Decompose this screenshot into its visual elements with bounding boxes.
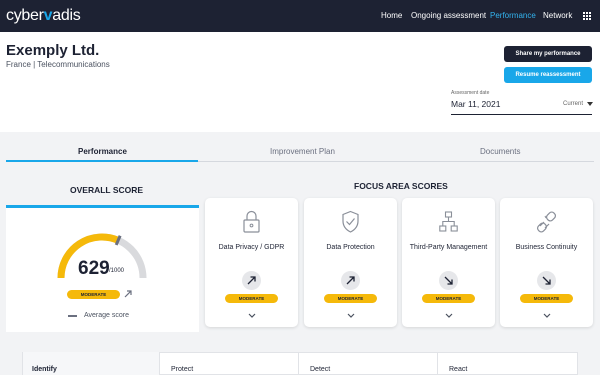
framework-label-react[interactable]: React: [449, 366, 467, 373]
tab-improvement-plan[interactable]: Improvement Plan: [270, 147, 335, 156]
assessment-date-label: Assessment date: [451, 90, 490, 96]
resume-reassessment-button[interactable]: Resume reassessment: [504, 67, 592, 83]
chevron-down-icon[interactable]: [543, 313, 551, 319]
logo-text-mid: v: [43, 7, 53, 24]
column-divider: [298, 352, 299, 375]
assessment-date-underline: [451, 114, 592, 115]
framework-label-identify[interactable]: Identify: [32, 366, 57, 373]
assessment-date-value[interactable]: Mar 11, 2021: [451, 99, 500, 109]
nav-ongoing-assessment[interactable]: Ongoing assessment: [411, 11, 486, 20]
tab-documents[interactable]: Documents: [480, 147, 520, 156]
focus-card-data-protection[interactable]: Data Protection MODERATE: [304, 198, 397, 327]
cybervadis-logo[interactable]: cybervadis: [6, 7, 81, 25]
focus-level-badge: MODERATE: [422, 294, 475, 303]
column-divider: [437, 352, 438, 375]
focus-area-name: Data Protection: [326, 244, 375, 251]
overall-level-badge: MODERATE: [67, 290, 120, 299]
tab-performance[interactable]: Performance: [78, 147, 127, 156]
company-name: Exemply Ltd.: [6, 42, 100, 59]
trend-up-icon: [341, 271, 360, 290]
average-score-legend-icon: [68, 315, 77, 317]
focus-area-name: Business Continuity: [515, 244, 578, 251]
framework-label-detect[interactable]: Detect: [310, 366, 330, 373]
company-subtitle: France | Telecommunications: [6, 60, 110, 69]
broken-link-icon: [537, 211, 556, 233]
trend-down-icon: [537, 271, 556, 290]
shield-check-icon: [342, 210, 359, 233]
focus-area-title: FOCUS AREA SCORES: [354, 181, 448, 191]
chevron-down-icon[interactable]: [347, 313, 355, 319]
company-header: Exemply Ltd. France | Telecommunications…: [0, 32, 600, 132]
overall-score-max: /1000: [109, 268, 125, 274]
nav-performance[interactable]: Performance: [490, 11, 536, 20]
focus-area-name: Data Privacy / GDPR: [218, 244, 285, 251]
framework-label-protect[interactable]: Protect: [171, 366, 193, 373]
trend-up-icon: [242, 271, 261, 290]
trend-up-icon: [124, 290, 132, 298]
active-tab-indicator: [6, 160, 198, 162]
overall-score-value: 629: [78, 258, 110, 279]
chevron-down-icon[interactable]: [248, 313, 256, 319]
focus-level-badge: MODERATE: [324, 294, 377, 303]
caret-down-icon[interactable]: [587, 102, 593, 106]
focus-level-badge: MODERATE: [520, 294, 573, 303]
apps-grid-icon[interactable]: [583, 12, 591, 20]
focus-level-badge: MODERATE: [225, 294, 278, 303]
trend-down-icon: [439, 271, 458, 290]
column-divider: [159, 352, 160, 375]
nav-home[interactable]: Home: [381, 11, 402, 20]
logo-text-right: adis: [52, 7, 81, 24]
lock-icon: [243, 210, 260, 233]
nav-network[interactable]: Network: [543, 11, 572, 20]
network-icon: [439, 211, 458, 232]
focus-card-third-party-management[interactable]: Third-Party Management MODERATE: [402, 198, 495, 327]
focus-area-name: Third-Party Management: [409, 244, 488, 251]
average-score-label: Average score: [84, 312, 130, 319]
focus-card-business-continuity[interactable]: Business Continuity MODERATE: [500, 198, 593, 327]
share-performance-button[interactable]: Share my performance: [504, 46, 592, 62]
assessment-selector[interactable]: Current: [563, 101, 583, 107]
top-navigation-bar: cybervadis Home Ongoing assessment Perfo…: [0, 0, 600, 32]
overall-score-title: OVERALL SCORE: [70, 185, 144, 195]
chevron-down-icon[interactable]: [445, 313, 453, 319]
focus-card-data-privacy[interactable]: Data Privacy / GDPR MODERATE: [205, 198, 298, 327]
logo-text-left: cyber: [6, 7, 44, 24]
